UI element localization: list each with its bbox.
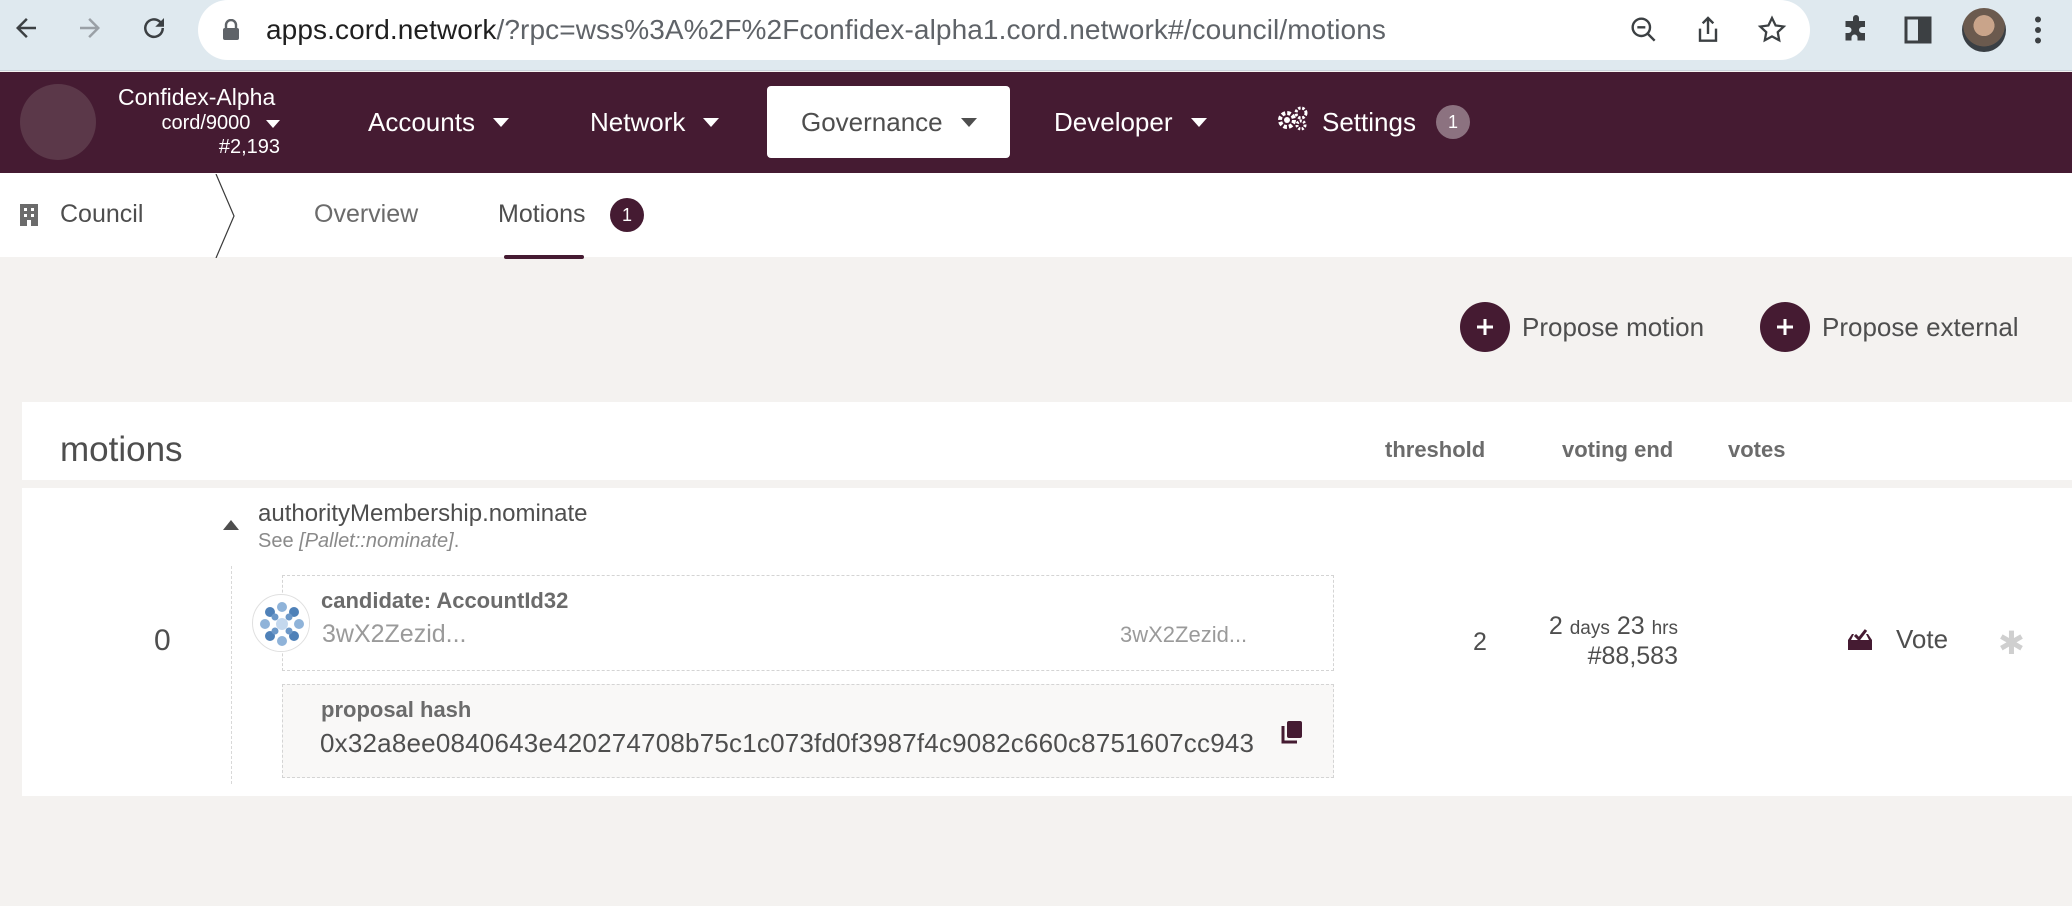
asterisk-icon: ✱: [1998, 625, 2025, 661]
menu-accounts[interactable]: Accounts: [334, 86, 543, 158]
menu-developer[interactable]: Developer: [1020, 86, 1241, 158]
chain-spec[interactable]: cord/9000: [118, 112, 280, 135]
section-title-council: Council: [60, 200, 144, 228]
forward-icon[interactable]: [70, 8, 110, 48]
ballot-box-icon: [1846, 626, 1874, 652]
profile-avatar[interactable]: [1962, 8, 2006, 52]
side-panel-icon[interactable]: [1900, 12, 1936, 48]
chevron-down-icon: [703, 117, 720, 127]
account-identicon[interactable]: [252, 594, 310, 652]
voting-end-block: #88,583: [1587, 642, 1678, 670]
settings-badge: 1: [1435, 105, 1470, 139]
lock-icon: [222, 18, 240, 46]
chain-name[interactable]: Confidex-Alpha: [118, 84, 275, 111]
more-menu-icon[interactable]: [2020, 12, 2056, 48]
building-icon: [18, 203, 40, 232]
menu-governance[interactable]: Governance: [767, 86, 1010, 158]
gears-icon: [1276, 105, 1310, 140]
param-label: candidate: AccountId32: [321, 588, 569, 613]
chevron-down-icon: [960, 117, 977, 127]
motion-doc: See [Pallet::nominate].: [258, 530, 460, 552]
table-title: motions: [60, 430, 183, 469]
propose-motion-button[interactable]: Propose motion: [1460, 302, 1704, 352]
tab-motions-badge: 1: [610, 198, 644, 232]
chevron-down-icon: [492, 117, 509, 127]
column-header-votes: votes: [1728, 437, 1786, 462]
plus-icon: [1460, 302, 1510, 352]
propose-external-button[interactable]: Propose external: [1760, 302, 2019, 352]
zoom-out-icon[interactable]: [1628, 14, 1660, 46]
param-label: proposal hash: [321, 697, 472, 722]
reload-icon[interactable]: [134, 8, 174, 48]
voting-end-time: 2 days 23 hrs: [1548, 612, 1678, 640]
column-header-threshold: threshold: [1385, 437, 1486, 462]
proposal-hash-value: 0x32a8ee0840643e420274708b75c1c073fd0f39…: [320, 728, 1255, 758]
menu-settings[interactable]: Settings 1: [1242, 86, 1504, 158]
chevron-down-icon: [1190, 117, 1207, 127]
bookmark-star-icon[interactable]: [1756, 14, 1788, 46]
motion-call: authorityMembership.nominate: [258, 500, 588, 527]
menu-network[interactable]: Network: [556, 86, 753, 158]
column-header-voting-end: voting end: [1562, 437, 1674, 462]
best-block-number: #2,193: [218, 136, 280, 158]
extensions-icon[interactable]: [1838, 12, 1874, 48]
candidate-address-short: 3wX2Zezid...: [1120, 622, 1248, 647]
vote-button[interactable]: Vote: [1846, 622, 1948, 656]
plus-icon: [1760, 302, 1810, 352]
tab-overview[interactable]: Overview: [314, 200, 418, 229]
motion-index: 0: [154, 624, 171, 657]
chain-selector-caret-icon[interactable]: [266, 119, 280, 128]
share-icon[interactable]: [1692, 14, 1724, 46]
chain-logo[interactable]: [20, 84, 96, 160]
back-icon[interactable]: [6, 8, 46, 48]
address-bar[interactable]: apps.cord.network/?rpc=wss%3A%2F%2Fconfi…: [198, 0, 1810, 60]
url-text: apps.cord.network/?rpc=wss%3A%2F%2Fconfi…: [266, 14, 1387, 45]
active-tab-indicator: [504, 255, 584, 259]
params-guide-line: [231, 566, 232, 784]
breadcrumb-divider-icon: [212, 173, 242, 263]
tab-motions[interactable]: Motions: [498, 200, 586, 229]
collapse-toggle-icon[interactable]: [223, 520, 239, 530]
copy-icon[interactable]: [1278, 718, 1306, 746]
candidate-address[interactable]: 3wX2Zezid...: [322, 620, 467, 649]
sub-navigation: [0, 173, 2072, 257]
browser-toolbar: apps.cord.network/?rpc=wss%3A%2F%2Fconfi…: [0, 0, 2072, 71]
